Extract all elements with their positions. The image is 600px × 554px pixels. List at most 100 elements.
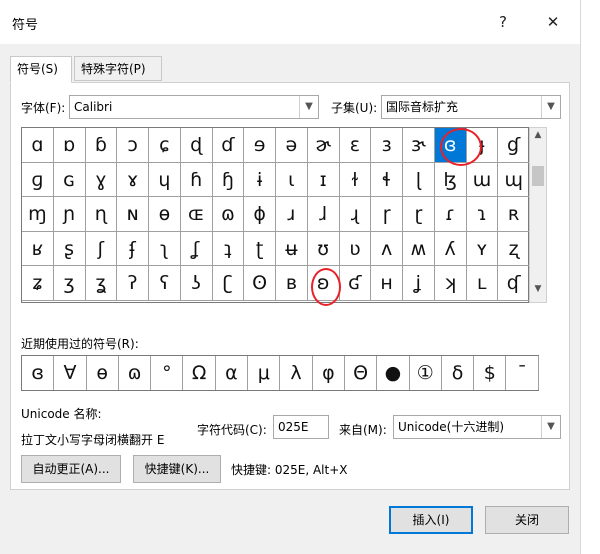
symbol-cell[interactable]: ɳ (85, 197, 118, 232)
symbol-cell[interactable]: ɤ (117, 162, 149, 197)
help-button[interactable]: ? (490, 10, 516, 34)
symbol-cell[interactable]: ʍ (403, 231, 435, 266)
close-icon[interactable]: ✕ (540, 10, 566, 34)
symbol-cell[interactable]: ɺ (307, 197, 340, 232)
chevron-down-icon[interactable]: ▼ (541, 416, 560, 438)
symbol-cell[interactable]: ɻ (339, 197, 372, 232)
symbol-cell[interactable]: ɹ (276, 197, 308, 232)
insert-button[interactable]: 插入(I) (389, 506, 473, 534)
symbol-cell[interactable]: ɷ (212, 197, 245, 232)
symbol-cell[interactable]: ʇ (212, 231, 245, 266)
symbol-cell[interactable]: ɜ (371, 128, 403, 163)
symbol-cell[interactable]: ɔ (117, 128, 149, 163)
symbol-cell[interactable]: ʃ (85, 231, 118, 266)
recent-symbols[interactable]: ɞ ∀ ɵ ɷ ° Ωα μ λ φ Θ ● ① δ $ ˉ (21, 355, 539, 391)
symbol-cell[interactable]: ʏ (466, 231, 499, 266)
symbol-cell[interactable]: ʅ (149, 231, 181, 266)
recent-symbol-cell[interactable]: μ (248, 356, 281, 390)
symbol-cell[interactable]: ʜ (371, 266, 403, 301)
scroll-up-icon[interactable]: ▲ (530, 130, 546, 146)
recent-symbol-cell[interactable]: ɞ (22, 356, 55, 390)
symbol-cell[interactable]: ɵ (149, 197, 181, 232)
close-button[interactable]: 关闭 (485, 506, 569, 534)
symbol-cell[interactable]: ɼ (371, 197, 403, 232)
symbol-cell[interactable]: ɡ (22, 162, 54, 197)
symbol-cell[interactable]: ɲ (53, 197, 86, 232)
chevron-down-icon[interactable]: ▼ (541, 96, 560, 118)
symbol-cell[interactable]: ʖ (180, 266, 213, 301)
symbol-cell[interactable]: ɪ (307, 162, 340, 197)
symbol-cell[interactable]: ʞ (434, 266, 467, 301)
symbol-cell[interactable]: ɥ (149, 162, 181, 197)
symbol-cell[interactable]: ɛ (339, 128, 372, 163)
symbol-cell[interactable]: ʂ (53, 231, 86, 266)
symbol-cell[interactable]: ɰ (498, 162, 530, 197)
symbol-cell[interactable]: ɮ (434, 162, 467, 197)
symbol-cell[interactable]: ʟ (466, 266, 499, 301)
symbol-cell[interactable]: ɢ (53, 162, 86, 197)
scroll-down-icon[interactable]: ▼ (530, 284, 546, 300)
grid-scrollbar[interactable]: ▲ ▼ (529, 127, 547, 303)
symbol-cell[interactable]: ɶ (180, 197, 213, 232)
shortcut-key-button[interactable]: 快捷键(K)... (133, 455, 221, 483)
symbol-cell[interactable]: ɭ (403, 162, 435, 197)
symbol-cell[interactable]: ɸ (244, 197, 276, 232)
autocorrect-button[interactable]: 自动更正(A)... (21, 455, 121, 483)
symbol-cell[interactable]: ɩ (276, 162, 308, 197)
recent-symbol-cell[interactable]: ∀ (54, 356, 87, 390)
symbol-cell[interactable]: ɫ (339, 162, 372, 197)
symbol-cell[interactable]: ɒ (53, 128, 86, 163)
symbol-cell[interactable]: ɘ (244, 128, 276, 163)
symbol-cell[interactable]: ɖ (180, 128, 213, 163)
symbol-cell[interactable]: ʗ (212, 266, 245, 301)
symbol-cell[interactable]: ʛ (339, 266, 372, 301)
symbol-cell[interactable]: ʀ (498, 197, 530, 232)
recent-symbol-cell[interactable]: Ω (184, 356, 216, 390)
char-code-input[interactable]: 025E (273, 415, 329, 439)
symbol-cell[interactable]: ʈ (244, 231, 276, 266)
symbol-cell[interactable]: ʘ (244, 266, 276, 301)
recent-symbol-cell[interactable]: φ (313, 356, 345, 390)
tab-symbols[interactable]: 符号(S) (10, 56, 72, 83)
symbol-cell[interactable]: ʐ (498, 231, 530, 266)
symbol-cell[interactable]: ɦ (180, 162, 213, 197)
symbol-cell[interactable]: ʔ (117, 266, 149, 301)
symbol-cell[interactable]: ʁ (22, 231, 54, 266)
symbol-cell[interactable]: ə (276, 128, 308, 163)
symbol-cell[interactable]: ʎ (434, 231, 467, 266)
from-select[interactable]: Unicode(十六进制) ▼ (393, 415, 561, 439)
symbol-cell[interactable]: ɾ (434, 197, 467, 232)
tab-special-characters[interactable]: 特殊字符(P) (74, 56, 162, 81)
symbol-cell[interactable]: ɧ (212, 162, 245, 197)
symbol-cell[interactable]: ʊ (307, 231, 340, 266)
symbol-cell[interactable]: ʒ (53, 266, 86, 301)
symbol-cell[interactable]: ɕ (149, 128, 181, 163)
symbol-cell[interactable]: ɿ (466, 197, 499, 232)
symbol-cell[interactable]: ɣ (85, 162, 118, 197)
subset-select[interactable]: 国际音标扩充 ▼ (381, 95, 561, 119)
recent-symbol-cell[interactable]: ɵ (87, 356, 119, 390)
recent-symbol-cell[interactable]: α (216, 356, 249, 390)
recent-symbol-cell[interactable]: ● (377, 356, 410, 390)
font-select[interactable]: Calibri ▼ (69, 95, 319, 119)
symbol-cell[interactable]: ɓ (85, 128, 118, 163)
scroll-thumb[interactable] (532, 166, 544, 186)
symbol-cell[interactable]: ʑ (22, 266, 54, 301)
symbol-cell[interactable]: ɠ (498, 128, 530, 163)
recent-symbol-cell[interactable]: λ (280, 356, 313, 390)
recent-symbol-cell[interactable]: Θ (345, 356, 378, 390)
symbol-cell[interactable]: ɯ (466, 162, 499, 197)
recent-symbol-cell[interactable]: ˉ (507, 356, 539, 390)
symbol-cell[interactable]: ɝ (403, 128, 435, 163)
symbol-cell[interactable]: ɱ (22, 197, 54, 232)
symbol-cell[interactable]: ʝ (403, 266, 435, 301)
symbol-cell[interactable]: ɨ (244, 162, 276, 197)
symbol-cell[interactable]: ɴ (117, 197, 149, 232)
symbol-cell[interactable]: ɚ (307, 128, 340, 163)
symbol-cell[interactable]: ʉ (276, 231, 308, 266)
symbol-cell[interactable]: ʋ (339, 231, 372, 266)
symbol-cell[interactable]: ʆ (180, 231, 213, 266)
symbol-cell[interactable]: ɬ (371, 162, 403, 197)
chevron-down-icon[interactable]: ▼ (299, 96, 318, 118)
symbol-cell[interactable]: ɑ (22, 128, 54, 163)
